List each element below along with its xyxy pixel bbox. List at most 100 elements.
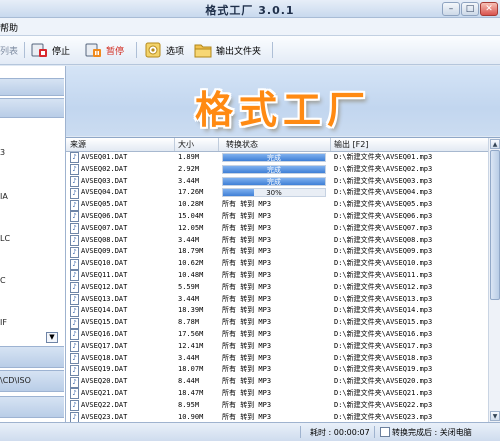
scroll-up-icon[interactable]: ▲ [490,139,500,149]
cell-output: D:\新建文件夹\AVSEQ22.mp3 [334,400,433,409]
cell-source: ♪ AVSEQ02.DAT [70,164,127,176]
after-done-label[interactable]: 转换完成后 : 关闭电脑 [392,427,472,438]
sidebar-item[interactable]: 3 [0,148,5,157]
table-row[interactable]: ♪ AVSEQ09.DAT 18.79M 所有 转到 MP3 D:\新建文件夹\AVSE… [66,246,488,258]
cell-output: D:\新建文件夹\AVSEQ10.mp3 [334,259,433,268]
scroll-thumb[interactable] [490,150,500,300]
pause-icon [84,41,102,59]
cell-source: ♪ AVSEQ17.DAT [70,341,127,353]
cell-size: 5.59M [178,282,200,291]
cell-source: ♪ AVSEQ08.DAT [70,234,127,247]
cell-output: D:\新建文件夹\AVSEQ04.mp3 [334,188,433,197]
cell-output: D:\新建文件夹\AVSEQ17.mp3 [334,341,433,350]
table-row[interactable]: ♪ AVSEQ08.DAT 3.44M 所有 转到 MP3 D:\新建文件夹\AVSEQ… [66,234,488,247]
cell-size: 1.89M [178,153,200,161]
source-filename: AVSEQ06.DAT [81,211,128,220]
sidebar-item[interactable]: IA [0,192,8,201]
table-row[interactable]: ♪ AVSEQ04.DAT 17.26M 30% D:\新建文件夹\AVSEQ04.mp… [66,187,488,199]
table-row[interactable]: ♪ AVSEQ15.DAT 8.78M 所有 转到 MP3 D:\新建文件夹\AVSEQ… [66,317,488,329]
source-filename: AVSEQ02.DAT [81,164,128,173]
status-bar: 耗时 : 00:00:07 转换完成后 : 关闭电脑 [0,422,500,441]
source-filename: AVSEQ15.DAT [81,318,128,327]
progress-bar: 30% [222,188,326,198]
table-row[interactable]: ♪ AVSEQ10.DAT 10.62M 所有 转到 MP3 D:\新建文件夹\AVSE… [66,258,488,270]
table-row[interactable]: ♪ AVSEQ13.DAT 3.44M 所有 转到 MP3 D:\新建文件夹\AVSEQ… [66,293,488,306]
source-filename: AVSEQ10.DAT [81,259,128,268]
sidebar-item[interactable]: IF [0,318,7,327]
table-row[interactable]: ♪ AVSEQ01.DAT 1.89M 完成 D:\新建文件夹\AVSEQ01.mp3 [66,152,488,164]
header-status[interactable]: 转换状态 [226,139,258,150]
table-row[interactable]: ♪ AVSEQ05.DAT 10.28M 所有 转到 MP3 D:\新建文件夹\AVSE… [66,199,488,211]
progress-text: 完成 [267,177,281,186]
cell-output: D:\新建文件夹\AVSEQ18.mp3 [334,353,433,362]
cell-output: D:\新建文件夹\AVSEQ06.mp3 [334,211,433,220]
sidebar-category-header[interactable] [0,346,64,368]
toolbar-list-button[interactable]: 列表 [0,40,18,60]
cell-source: ♪ AVSEQ07.DAT [70,223,127,235]
table-row[interactable]: ♪ AVSEQ22.DAT 8.95M 所有 转到 MP3 D:\新建文件夹\AVSEQ… [66,400,488,412]
sidebar-category-header[interactable] [0,98,64,118]
table-row[interactable]: ♪ AVSEQ16.DAT 17.56M 所有 转到 MP3 D:\新建文件夹\AVSE… [66,329,488,341]
table-row[interactable]: ♪ AVSEQ07.DAT 12.05M 所有 转到 MP3 D:\新建文件夹\AVSE… [66,223,488,235]
cell-size: 18.39M [178,306,204,315]
sidebar-item[interactable]: C [0,276,6,285]
header-output[interactable]: 输出 [F2] [334,139,368,150]
table-row[interactable]: ♪ AVSEQ18.DAT 3.44M 所有 转到 MP3 D:\新建文件夹\AVSEQ… [66,352,488,365]
source-filename: AVSEQ09.DAT [81,247,128,256]
cell-source: ♪ AVSEQ10.DAT [70,258,127,270]
table-row[interactable]: ♪ AVSEQ12.DAT 5.59M 所有 转到 MP3 D:\新建文件夹\AVSEQ… [66,282,488,294]
file-list: 来源 大小 转换状态 输出 [F2] ♪ AVSEQ01.DAT 1.89M 完成 D:… [66,137,500,423]
scroll-down-icon[interactable]: ▼ [490,411,500,421]
cell-source: ♪ AVSEQ14.DAT [70,305,127,317]
source-filename: AVSEQ19.DAT [81,365,128,374]
table-row[interactable]: ♪ AVSEQ02.DAT 2.92M 完成 D:\新建文件夹\AVSEQ02.mp3 [66,164,488,176]
after-done-checkbox[interactable] [380,427,390,437]
audio-file-icon: ♪ [70,211,79,223]
close-icon[interactable]: ✕ [480,2,498,16]
status-separator [300,426,301,438]
cell-output: D:\新建文件夹\AVSEQ01.mp3 [334,153,433,161]
audio-file-icon: ♪ [70,317,79,329]
source-filename: AVSEQ13.DAT [81,294,128,303]
output-folder-button[interactable]: 输出文件夹 [194,40,261,60]
cell-status: 所有 转到 MP3 [222,211,272,220]
table-row[interactable]: ♪ AVSEQ21.DAT 18.47M 所有 转到 MP3 D:\新建文件夹\AVSE… [66,388,488,400]
cell-source: ♪ AVSEQ13.DAT [70,293,128,306]
cell-size: 15.04M [178,211,204,220]
sidebar-item[interactable]: LC [0,234,10,243]
cell-size: 8.78M [178,318,200,327]
cell-status: 所有 转到 MP3 [222,341,272,350]
cell-status: 所有 转到 MP3 [222,200,272,209]
maximize-icon[interactable]: □ [461,2,479,16]
sidebar: 3 IA LC C IF ▼ \CD\ISO [0,66,66,422]
progress-text: 完成 [267,165,281,174]
table-row[interactable]: ♪ AVSEQ03.DAT 3.44M 完成 D:\新建文件夹\AVSEQ03.mp3 [66,175,488,188]
column-divider [218,138,219,151]
menu-help[interactable]: 帮助 [0,21,18,34]
table-row[interactable]: ♪ AVSEQ06.DAT 15.04M 所有 转到 MP3 D:\新建文件夹\AVSE… [66,211,488,223]
table-row[interactable]: ♪ AVSEQ19.DAT 18.07M 所有 转到 MP3 D:\新建文件夹\AVSE… [66,364,488,376]
stop-button[interactable]: 停止 [30,40,70,60]
chevron-down-icon[interactable]: ▼ [46,332,58,343]
vertical-scrollbar[interactable]: ▲ ▼ [488,138,500,423]
sidebar-category-header[interactable] [0,78,64,96]
status-separator [374,426,375,438]
cell-source: ♪ AVSEQ04.DAT [70,187,127,199]
sidebar-category-header[interactable] [0,396,64,418]
options-button[interactable]: 选项 [144,40,184,60]
cell-source: ♪ AVSEQ19.DAT [70,364,127,376]
table-row[interactable]: ♪ AVSEQ14.DAT 18.39M 所有 转到 MP3 D:\新建文件夹\AVSE… [66,305,488,317]
audio-file-icon: ♪ [70,364,79,376]
cell-size: 10.28M [178,200,204,209]
audio-file-icon: ♪ [70,376,79,388]
sidebar-category-header[interactable]: \CD\ISO [0,370,64,392]
table-row[interactable]: ♪ AVSEQ17.DAT 12.41M 所有 转到 MP3 D:\新建文件夹\AVSE… [66,341,488,353]
table-row[interactable]: ♪ AVSEQ11.DAT 10.48M 所有 转到 MP3 D:\新建文件夹\AVSE… [66,270,488,282]
folder-icon [194,41,212,59]
header-size[interactable]: 大小 [178,139,194,150]
minimize-icon[interactable]: – [442,2,460,16]
header-source[interactable]: 来源 [70,139,86,150]
pause-button[interactable]: 暂停 [84,40,124,60]
audio-file-icon: ♪ [70,305,79,317]
table-row[interactable]: ♪ AVSEQ20.DAT 8.44M 所有 转到 MP3 D:\新建文件夹\AVSEQ… [66,376,488,388]
